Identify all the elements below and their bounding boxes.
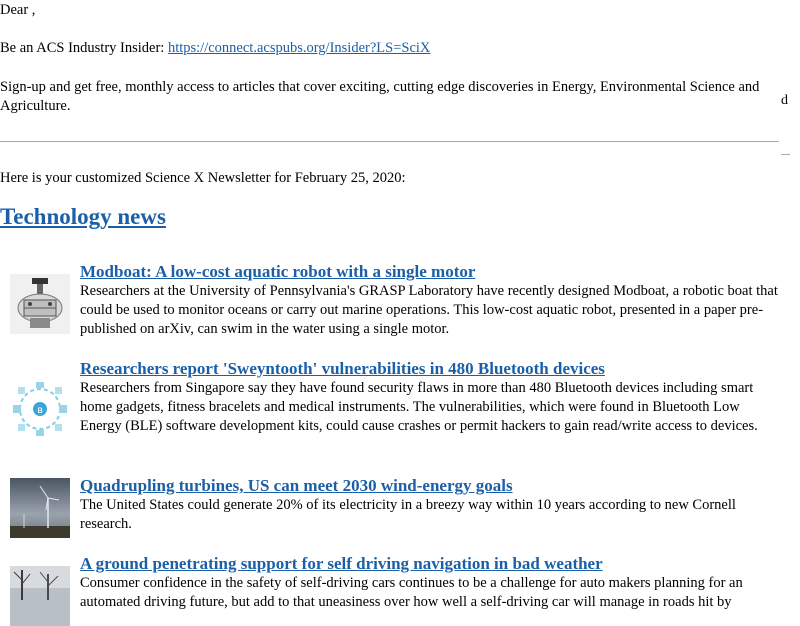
svg-text:ʙ: ʙ [37,405,43,416]
article-title-link[interactable]: Quadrupling turbines, US can meet 2030 w… [80,476,780,496]
article-description: Consumer confidence in the safety of sel… [80,575,743,610]
wind-turbine-thumbnail[interactable] [10,478,70,538]
robot-boat-thumbnail[interactable] [10,274,70,334]
article-title-link[interactable]: Modboat: A low-cost aquatic robot with a… [80,262,780,282]
insider-link[interactable]: https://connect.acspubs.org/Insider?LS=S… [168,40,430,56]
insider-prefix: Be an ACS Industry Insider: [0,40,168,56]
signup-paragraph: Sign-up and get free, monthly access to … [0,79,760,114]
greeting-text: Dear , [0,2,36,18]
stray-character: d [781,93,788,108]
article-title-link[interactable]: Researchers report 'Sweyntooth' vulnerab… [80,359,780,379]
bluetooth-thumbnail[interactable]: ʙ [10,379,70,439]
article-description: Researchers at the University of Pennsyl… [80,283,778,337]
insider-line: Be an ACS Industry Insider: https://conn… [0,40,430,57]
newsletter-intro: Here is your customized Science X Newsle… [0,170,406,186]
divider [0,141,779,142]
section-title-link[interactable]: Technology news [0,204,166,230]
winter-trees-thumbnail[interactable] [10,566,70,626]
article-title-link[interactable]: A ground penetrating support for self dr… [80,554,780,574]
article-description: Researchers from Singapore say they have… [80,380,758,434]
divider-stub [781,154,790,155]
article-description: The United States could generate 20% of … [80,497,736,532]
